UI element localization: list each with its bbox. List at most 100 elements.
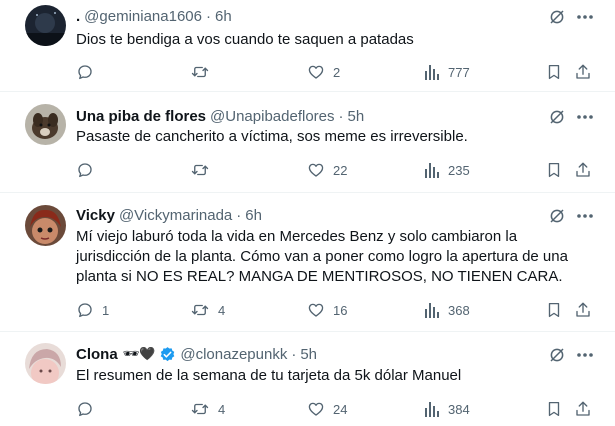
reply-count: 1 xyxy=(102,302,110,318)
display-name[interactable]: . xyxy=(76,8,80,25)
reply-icon xyxy=(78,402,92,417)
heart-icon xyxy=(308,163,324,177)
retweet-count: 4 xyxy=(218,401,226,417)
retweet-button[interactable]: 4 xyxy=(190,299,225,321)
avatar[interactable] xyxy=(25,5,66,46)
views-count: 777 xyxy=(448,64,470,80)
reply-button[interactable]: 1 xyxy=(76,299,109,321)
retweet-icon xyxy=(191,304,209,316)
share-button[interactable] xyxy=(574,299,592,321)
tweet-text: El resumen de la semana de tu tarjeta da… xyxy=(76,366,576,386)
timestamp[interactable]: 5h xyxy=(300,346,317,363)
grok-icon[interactable] xyxy=(548,8,566,31)
user-handle[interactable]: @Vickymarinada xyxy=(119,207,232,224)
bookmark-button[interactable] xyxy=(545,61,563,83)
display-name[interactable]: Clona xyxy=(76,346,118,363)
share-icon xyxy=(576,64,590,79)
more-options-icon[interactable] xyxy=(575,9,595,30)
tweet-text-line: Pasaste de cancherito a víctima, sos mem… xyxy=(76,128,468,145)
views-button[interactable]: 384 xyxy=(424,398,470,420)
retweet-icon xyxy=(191,66,209,78)
tweet-4[interactable]: Clona 🕶🖤 @clonazepunkk · 5h El resumen d… xyxy=(0,332,615,426)
retweet-icon xyxy=(191,164,209,176)
user-handle[interactable]: @geminiana1606 xyxy=(84,8,202,25)
bookmark-button[interactable] xyxy=(545,159,563,181)
avatar[interactable] xyxy=(25,104,66,145)
share-icon xyxy=(576,401,590,416)
more-options-icon[interactable] xyxy=(575,109,595,130)
tweet-actions: 22 235 xyxy=(72,159,608,181)
verified-badge-icon[interactable] xyxy=(159,346,176,363)
tweet-actions: 1 4 16 368 xyxy=(72,299,608,321)
views-count: 384 xyxy=(448,401,470,417)
tweet-text-line: El resumen de la semana de tu tarjeta da… xyxy=(76,367,462,384)
like-count: 16 xyxy=(333,302,348,318)
tweet-header: Clona 🕶🖤 @clonazepunkk · 5h xyxy=(76,344,317,364)
tweet-header: Una piba de flores @Unapibadeflores · 5h xyxy=(76,106,364,126)
avatar[interactable] xyxy=(25,343,66,384)
share-button[interactable] xyxy=(574,159,592,181)
bookmark-icon xyxy=(548,401,560,417)
reply-icon xyxy=(78,303,92,318)
views-count: 368 xyxy=(448,302,470,318)
avatar[interactable] xyxy=(25,205,66,246)
name-emoji: 🕶🖤 xyxy=(122,346,156,361)
like-button[interactable]: 2 xyxy=(307,61,340,83)
like-count: 2 xyxy=(333,64,341,80)
bookmark-button[interactable] xyxy=(545,299,563,321)
like-button[interactable]: 24 xyxy=(307,398,347,420)
separator-dot: · xyxy=(236,206,242,224)
more-options-icon[interactable] xyxy=(575,347,595,368)
separator-dot: · xyxy=(338,107,344,125)
like-button[interactable]: 22 xyxy=(307,159,347,181)
tweet-text-line: Mí viejo laburó toda la vida en Mercedes… xyxy=(76,228,518,245)
retweet-icon xyxy=(191,403,209,415)
like-button[interactable]: 16 xyxy=(307,299,347,321)
views-button[interactable]: 777 xyxy=(424,61,470,83)
retweet-count: 4 xyxy=(218,302,226,318)
timestamp[interactable]: 6h xyxy=(215,8,232,25)
display-name[interactable]: Vicky xyxy=(76,207,115,224)
separator-dot: · xyxy=(205,7,211,25)
separator-dot: · xyxy=(291,345,297,363)
share-button[interactable] xyxy=(574,61,592,83)
reply-button[interactable] xyxy=(76,398,102,420)
timestamp[interactable]: 6h xyxy=(245,207,262,224)
tweet-1[interactable]: . @geminiana1606 · 6h Dios te bendiga a … xyxy=(0,0,615,92)
display-name[interactable]: Una piba de flores xyxy=(76,108,206,125)
tweet-actions: 2 777 xyxy=(72,61,608,83)
bookmark-icon xyxy=(548,162,560,178)
tweet-text: Dios te bendiga a vos cuando te saquen a… xyxy=(76,30,576,50)
share-button[interactable] xyxy=(574,398,592,420)
views-button[interactable]: 368 xyxy=(424,299,470,321)
reply-button[interactable] xyxy=(76,61,102,83)
bookmark-button[interactable] xyxy=(545,398,563,420)
tweet-2[interactable]: Una piba de flores @Unapibadeflores · 5h… xyxy=(0,92,615,193)
views-chart-icon xyxy=(425,402,439,417)
views-chart-icon xyxy=(425,65,439,80)
reply-icon xyxy=(78,163,92,178)
heart-icon xyxy=(308,303,324,317)
tweet-text-line: Dios te bendiga a vos cuando te saquen a… xyxy=(76,31,414,48)
tweet-text: Mí viejo laburó toda la vida en Mercedes… xyxy=(76,227,581,287)
user-handle[interactable]: @clonazepunkk xyxy=(180,346,287,363)
timestamp[interactable]: 5h xyxy=(348,108,365,125)
bookmark-icon xyxy=(548,64,560,80)
reply-button[interactable] xyxy=(76,159,102,181)
views-chart-icon xyxy=(425,303,439,318)
tweet-actions: 4 24 384 xyxy=(72,398,608,420)
views-button[interactable]: 235 xyxy=(424,159,470,181)
reply-icon xyxy=(78,65,92,80)
tweet-3[interactable]: Vicky @Vickymarinada · 6h Mí viejo labur… xyxy=(0,193,615,332)
retweet-button[interactable]: 4 xyxy=(190,398,225,420)
retweet-button[interactable] xyxy=(190,61,218,83)
views-count: 235 xyxy=(448,162,470,178)
heart-icon xyxy=(308,65,324,79)
retweet-button[interactable] xyxy=(190,159,218,181)
share-icon xyxy=(576,162,590,177)
tweet-header: Vicky @Vickymarinada · 6h xyxy=(76,205,262,225)
like-count: 22 xyxy=(333,162,348,178)
like-count: 24 xyxy=(333,401,348,417)
more-options-icon[interactable] xyxy=(575,208,595,229)
user-handle[interactable]: @Unapibadeflores xyxy=(210,108,334,125)
